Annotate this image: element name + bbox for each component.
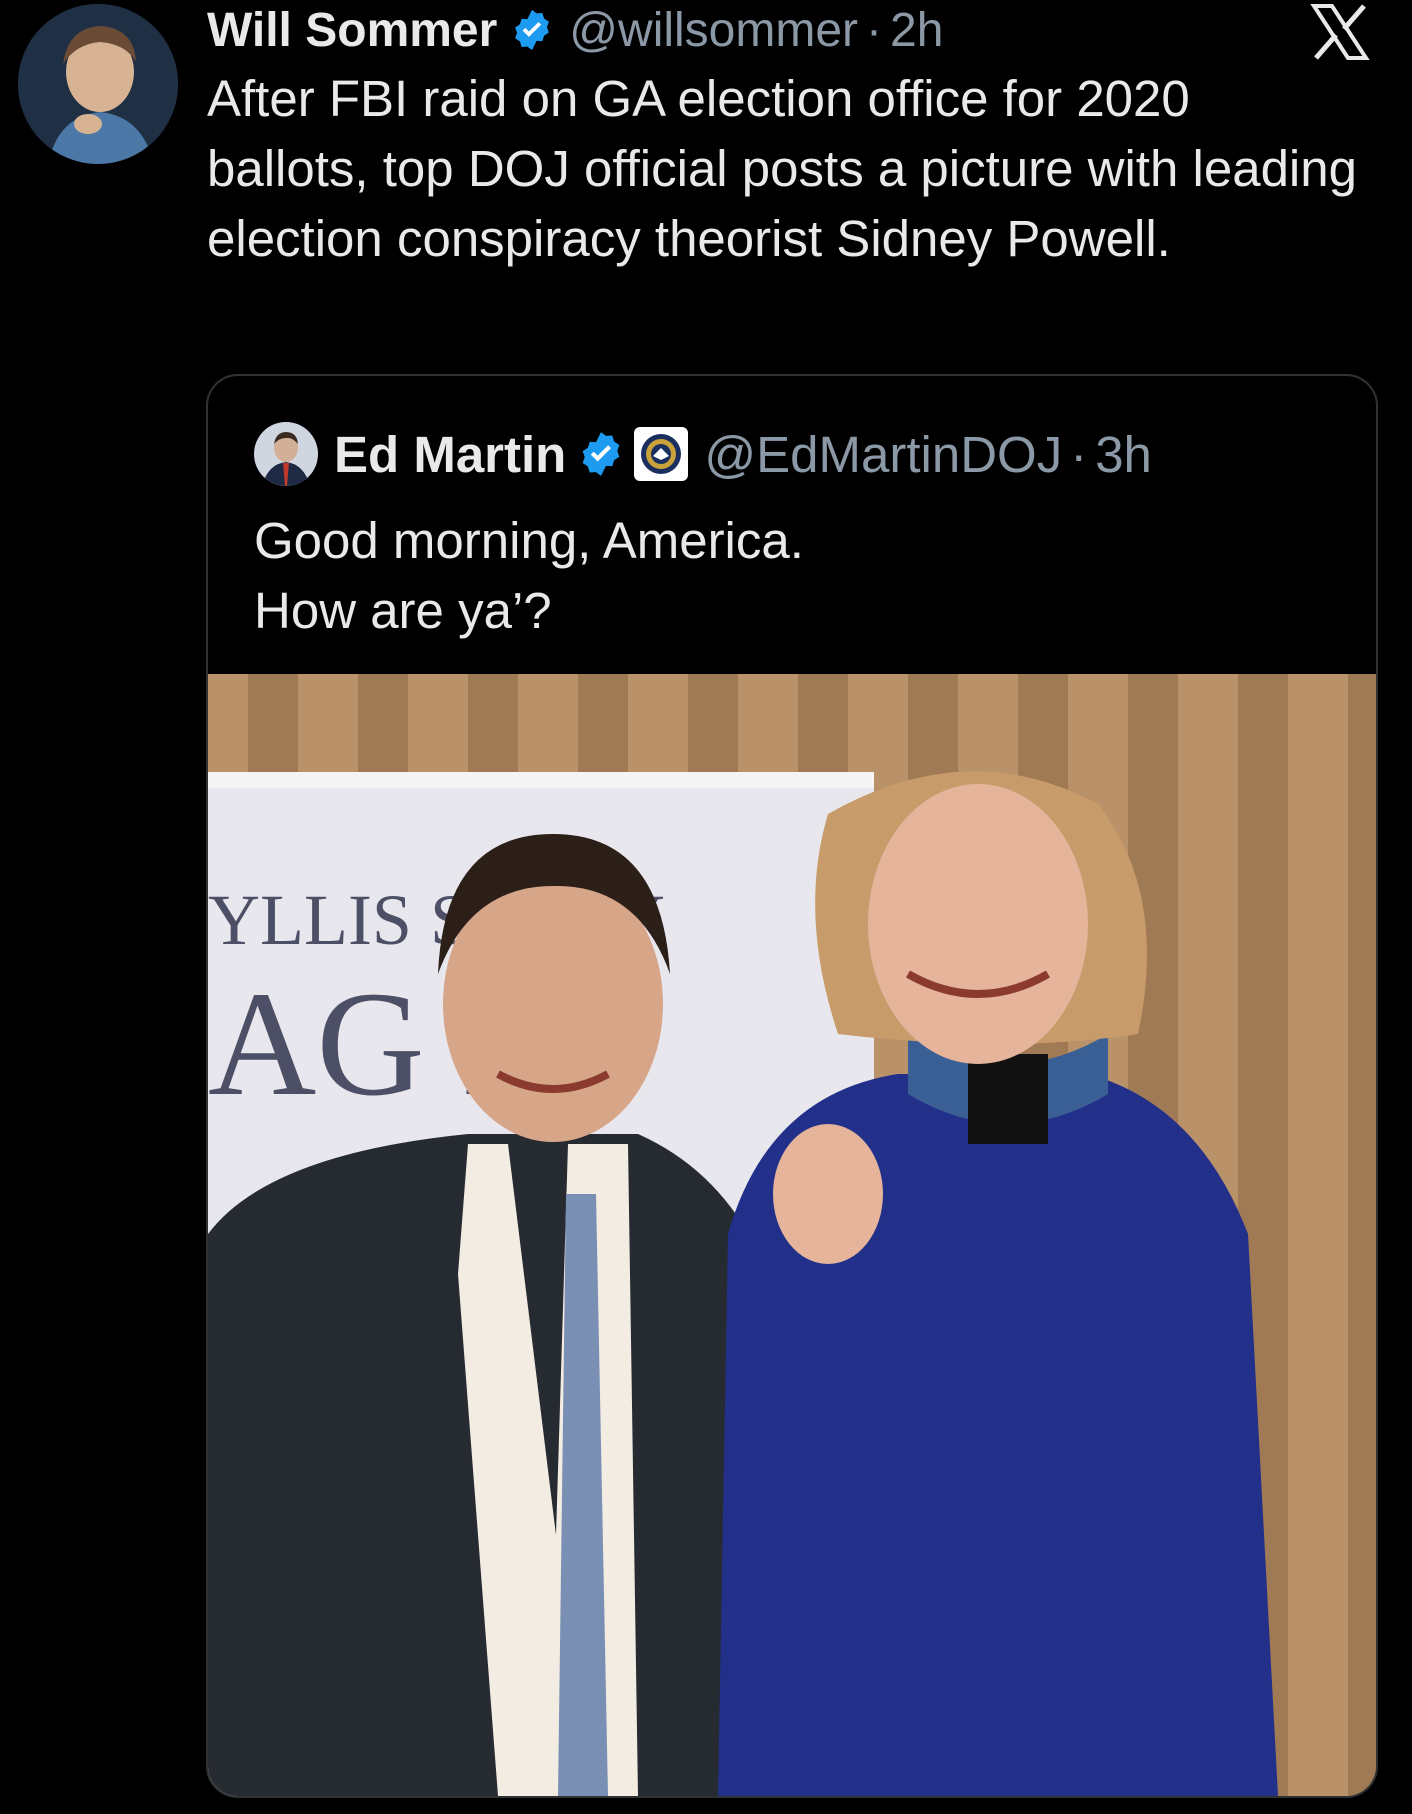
separator-dot: · — [866, 3, 883, 57]
quoted-post-card[interactable]: Ed Martin @EdMartinDOJ · 3h Good morning… — [206, 374, 1378, 1798]
quote-author-handle[interactable]: @EdMartinDOJ — [704, 425, 1062, 484]
separator-dot: · — [1070, 425, 1088, 483]
post-photo[interactable]: YLLIS S AFLY AG ES — [208, 674, 1376, 1796]
post-time[interactable]: 2h — [890, 3, 943, 58]
quote-text: Good morning, America. How are ya’? — [254, 512, 804, 639]
verified-badge-icon — [509, 7, 555, 53]
doj-seal-icon[interactable] — [634, 427, 689, 481]
verified-badge-icon — [576, 429, 626, 479]
author-handle[interactable]: @willsommer — [569, 3, 858, 58]
quote-author-name[interactable]: Ed Martin — [334, 425, 566, 484]
quote-post-time[interactable]: 3h — [1095, 425, 1152, 484]
tweet-text: After FBI raid on GA election office for… — [207, 70, 1372, 267]
quote-header: Ed Martin @EdMartinDOJ · 3h — [254, 422, 1152, 486]
author-name[interactable]: Will Sommer — [207, 3, 497, 58]
quote-author-avatar[interactable] — [254, 422, 318, 486]
tweet-header: Will Sommer @willsommer · 2h — [207, 0, 943, 60]
author-avatar[interactable] — [18, 4, 178, 164]
x-logo-icon[interactable] — [1310, 2, 1370, 62]
